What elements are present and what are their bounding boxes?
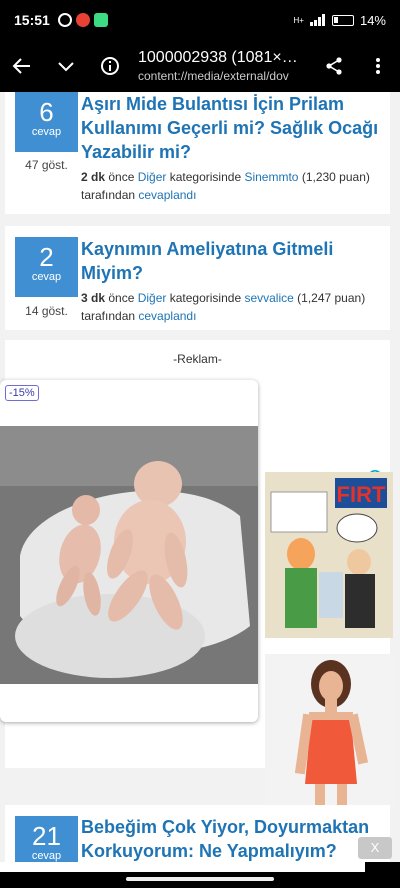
meta-text: kategorisinde bbox=[166, 291, 245, 305]
category-link[interactable]: Diğer bbox=[138, 170, 167, 184]
app-notification-icon bbox=[93, 13, 108, 27]
meta-text: önce bbox=[105, 170, 138, 184]
product-image bbox=[0, 426, 258, 684]
meta-text: önce bbox=[105, 291, 138, 305]
answer-count: 21 bbox=[32, 821, 61, 851]
view-count: 14 göst. bbox=[25, 304, 68, 318]
user-link[interactable]: sevvalice bbox=[244, 291, 293, 305]
answer-count-box: 2 cevap bbox=[15, 237, 78, 297]
signal-icon bbox=[309, 14, 325, 26]
back-arrow-icon[interactable] bbox=[0, 44, 44, 88]
question-title[interactable]: Aşırı Mide Bulantısı İçin Prilam Kullanı… bbox=[81, 92, 384, 164]
answered-link[interactable]: cevaplandı bbox=[138, 188, 196, 202]
battery-level: 14% bbox=[359, 12, 386, 28]
chevron-down-icon[interactable] bbox=[44, 44, 88, 88]
question-title[interactable]: Bebeğim Çok Yiyor, Doyurmaktan Korkuyoru… bbox=[81, 815, 384, 863]
question-body: Aşırı Mide Bulantısı İçin Prilam Kullanı… bbox=[81, 92, 384, 204]
answer-count-label: cevap bbox=[31, 271, 62, 283]
fashion-ad-image[interactable] bbox=[265, 654, 393, 812]
question-body: Kaynımın Ameliyatına Gitmeli Miyim? 3 dk… bbox=[81, 237, 384, 325]
share-icon[interactable] bbox=[312, 44, 356, 88]
close-ad-button[interactable]: X bbox=[358, 837, 392, 859]
category-link[interactable]: Diğer bbox=[138, 291, 167, 305]
alarm-icon bbox=[57, 13, 72, 27]
question-meta: 3 dk önce Diğer kategorisinde sevvalice … bbox=[81, 289, 384, 325]
user-link[interactable]: Sinemmto bbox=[244, 170, 298, 184]
more-vert-icon[interactable] bbox=[356, 44, 400, 88]
answer-count-label: cevap bbox=[31, 126, 62, 138]
answer-count: 6 bbox=[39, 97, 54, 127]
answer-count: 2 bbox=[39, 242, 54, 272]
view-count: 47 göst. bbox=[25, 158, 68, 172]
chrome-icon bbox=[75, 13, 90, 27]
time-ago: 3 dk bbox=[81, 291, 106, 305]
network-type: H+ bbox=[293, 15, 304, 25]
answer-count-box: 6 cevap bbox=[15, 92, 78, 152]
question-card[interactable]: 21 cevap Bebeğim Çok Yiyor, Doyurmaktan … bbox=[5, 805, 390, 864]
status-time: 15:51 bbox=[14, 12, 50, 28]
discount-badge: -15% bbox=[5, 385, 39, 401]
answered-link[interactable]: cevaplandı bbox=[138, 309, 196, 323]
answer-count-box: 21 cevap bbox=[15, 816, 78, 864]
page-content: 6 cevap 47 göst. Aşırı Mide Bulantısı İç… bbox=[0, 92, 400, 864]
bottom-ad-strip[interactable] bbox=[0, 862, 365, 872]
magazine-title: FIRT bbox=[337, 482, 386, 507]
question-meta: 2 dk önce Diğer kategorisinde Sinemmto (… bbox=[81, 168, 384, 204]
meta-text: kategorisinde bbox=[166, 170, 245, 184]
app-bar-title: 1000002938 (1081×… bbox=[138, 49, 298, 66]
battery-icon bbox=[331, 14, 354, 26]
time-ago: 2 dk bbox=[81, 170, 106, 184]
ad-label: -Reklam- bbox=[173, 352, 222, 366]
info-icon[interactable] bbox=[88, 44, 132, 88]
product-ad-card[interactable]: -15% bbox=[0, 380, 258, 722]
question-card[interactable]: 2 cevap 14 göst. Kaynımın Ameliyatına Gi… bbox=[5, 226, 390, 330]
app-bar-subtitle: content://media/external/dov bbox=[138, 69, 289, 83]
question-card[interactable]: 6 cevap 47 göst. Aşırı Mide Bulantısı İç… bbox=[5, 92, 390, 214]
app-bar-titles: 1000002938 (1081×… content://media/exter… bbox=[132, 49, 312, 83]
status-bar: 15:51 H+ 14% bbox=[0, 0, 400, 40]
answer-count-label: cevap bbox=[31, 850, 62, 862]
question-title[interactable]: Kaynımın Ameliyatına Gitmeli Miyim? bbox=[81, 237, 384, 285]
bottom-ad-bar bbox=[0, 862, 400, 888]
gesture-nav-bar[interactable] bbox=[126, 877, 274, 881]
question-body: Bebeğim Çok Yiyor, Doyurmaktan Korkuyoru… bbox=[81, 815, 384, 863]
magazine-ad-image[interactable]: FIRT bbox=[265, 472, 393, 638]
app-bar: 1000002938 (1081×… content://media/exter… bbox=[0, 40, 400, 92]
